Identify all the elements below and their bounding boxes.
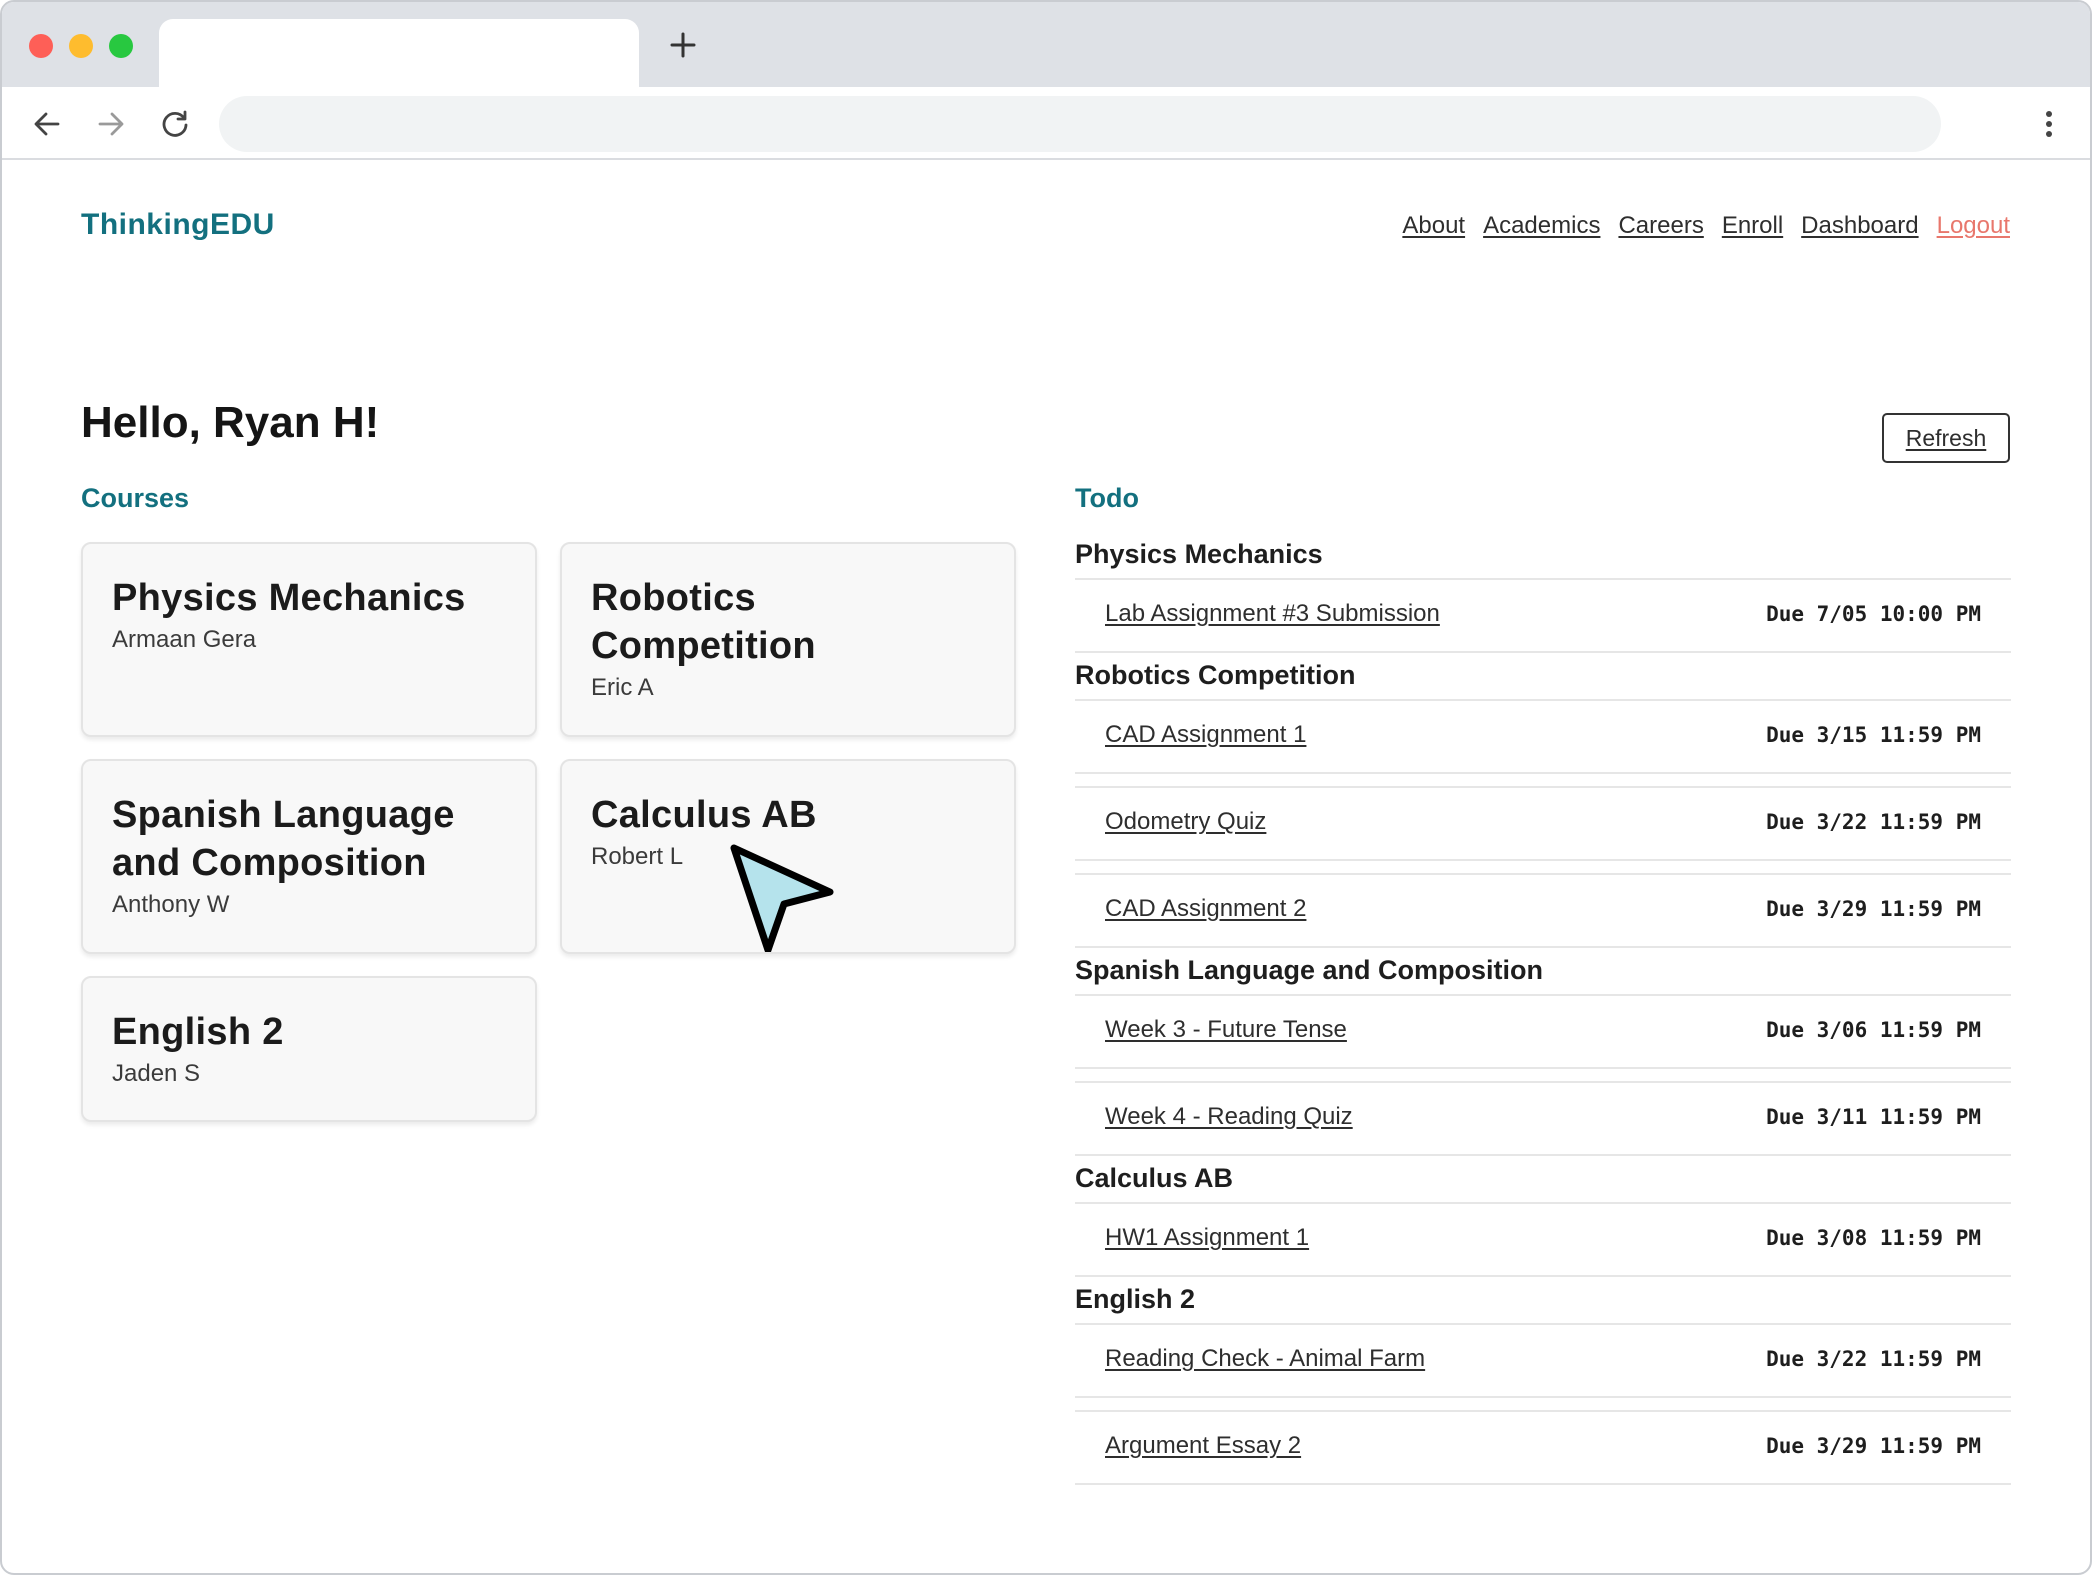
due-date: Due 7/05 10:00 PM — [1766, 602, 1981, 626]
nav-careers[interactable]: Careers — [1618, 212, 1703, 240]
due-date: Due 3/06 11:59 PM — [1766, 1018, 1981, 1042]
due-date: Due 3/29 11:59 PM — [1766, 897, 1981, 921]
todo-group-title: Spanish Language and Composition — [1075, 955, 1544, 985]
todo-item: Reading Check - Animal Farm Due 3/22 11:… — [1075, 1323, 2011, 1398]
todo-group-robotics: Robotics Competition CAD Assignment 1 Du… — [1075, 653, 2011, 948]
mouse-pointer-icon — [730, 844, 834, 952]
todo-group-title: Robotics Competition — [1075, 660, 1356, 690]
dashboard-page: ThinkingEDU About Academics Careers Enro… — [2, 162, 2090, 1573]
address-bar[interactable] — [219, 96, 1941, 152]
todo-group-title: Calculus AB — [1075, 1163, 1234, 1193]
todo-item: Argument Essay 2 Due 3/29 11:59 PM — [1075, 1410, 2011, 1485]
todo-group-calculus: Calculus AB HW1 Assignment 1 Due 3/08 11… — [1075, 1156, 2011, 1277]
todo-list: Physics Mechanics Lab Assignment #3 Subm… — [1075, 532, 2011, 1485]
todo-item: Week 3 - Future Tense Due 3/06 11:59 PM — [1075, 994, 2011, 1069]
course-title: Robotics Competition — [591, 577, 816, 667]
assignment-link[interactable]: CAD Assignment 1 — [1105, 721, 1306, 749]
browser-toolbar — [2, 87, 2090, 160]
due-date: Due 3/15 11:59 PM — [1766, 723, 1981, 747]
course-title: Calculus AB — [591, 794, 817, 836]
browser-menu-button[interactable] — [2032, 104, 2066, 144]
course-instructor: Jaden S — [112, 1060, 201, 1087]
assignment-link[interactable]: Argument Essay 2 — [1105, 1432, 1301, 1460]
todo-item: HW1 Assignment 1 Due 3/08 11:59 PM — [1075, 1202, 2011, 1277]
course-card-physics-mechanics[interactable]: Physics Mechanics Armaan Gera — [81, 542, 537, 737]
kebab-menu-icon — [2046, 111, 2052, 137]
todo-item: Week 4 - Reading Quiz Due 3/11 11:59 PM — [1075, 1081, 2011, 1156]
back-button[interactable] — [27, 104, 67, 144]
todo-heading: Todo — [1075, 483, 1139, 513]
due-date: Due 3/22 11:59 PM — [1766, 810, 1981, 834]
course-title: English 2 — [112, 1011, 284, 1053]
course-instructor: Anthony W — [112, 891, 230, 918]
course-card-english-2[interactable]: English 2 Jaden S — [81, 976, 537, 1122]
nav-logout[interactable]: Logout — [1937, 212, 2010, 240]
assignment-link[interactable]: Reading Check - Animal Farm — [1105, 1345, 1425, 1373]
nav-dashboard[interactable]: Dashboard — [1801, 212, 1918, 240]
reload-icon — [162, 110, 188, 137]
todo-item: Odometry Quiz Due 3/22 11:59 PM — [1075, 786, 2011, 861]
nav-about[interactable]: About — [1402, 212, 1465, 240]
course-title: Physics Mechanics — [112, 577, 466, 619]
brand-logo[interactable]: ThinkingEDU — [81, 208, 275, 242]
courses-heading: Courses — [81, 483, 190, 513]
close-window-button[interactable] — [29, 34, 53, 58]
todo-item: CAD Assignment 2 Due 3/29 11:59 PM — [1075, 873, 2011, 948]
due-date: Due 3/29 11:59 PM — [1766, 1434, 1981, 1458]
todo-group-spanish: Spanish Language and Composition Week 3 … — [1075, 948, 2011, 1156]
forward-button[interactable] — [91, 104, 131, 144]
arrow-right-icon — [98, 112, 124, 136]
course-title: Spanish Language and Composition — [112, 794, 455, 884]
tab-bar — [2, 2, 2090, 87]
todo-group-english: English 2 Reading Check - Animal Farm Du… — [1075, 1277, 2011, 1485]
course-instructor: Eric A — [591, 674, 654, 701]
assignment-link[interactable]: Week 4 - Reading Quiz — [1105, 1103, 1353, 1131]
course-card-spanish[interactable]: Spanish Language and Composition Anthony… — [81, 759, 537, 954]
minimize-window-button[interactable] — [69, 34, 93, 58]
greeting-heading: Hello, Ryan H! — [81, 398, 380, 447]
refresh-button[interactable]: Refresh — [1882, 413, 2010, 463]
plus-icon — [670, 32, 696, 58]
todo-item: CAD Assignment 1 Due 3/15 11:59 PM — [1075, 699, 2011, 774]
course-card-robotics-competition[interactable]: Robotics Competition Eric A — [560, 542, 1016, 737]
todo-group-physics: Physics Mechanics Lab Assignment #3 Subm… — [1075, 532, 2011, 653]
arrow-left-icon — [34, 112, 60, 136]
due-date: Due 3/11 11:59 PM — [1766, 1105, 1981, 1129]
top-navigation: About Academics Careers Enroll Dashboard… — [1402, 212, 2010, 240]
due-date: Due 3/22 11:59 PM — [1766, 1347, 1981, 1371]
assignment-link[interactable]: Week 3 - Future Tense — [1105, 1016, 1347, 1044]
todo-group-title: English 2 — [1075, 1284, 1196, 1314]
assignment-link[interactable]: Lab Assignment #3 Submission — [1105, 600, 1440, 628]
assignment-link[interactable]: Odometry Quiz — [1105, 808, 1266, 836]
todo-item: Lab Assignment #3 Submission Due 7/05 10… — [1075, 578, 2011, 653]
assignment-link[interactable]: HW1 Assignment 1 — [1105, 1224, 1309, 1252]
nav-academics[interactable]: Academics — [1483, 212, 1600, 240]
browser-window: ThinkingEDU About Academics Careers Enro… — [0, 0, 2092, 1575]
due-date: Due 3/08 11:59 PM — [1766, 1226, 1981, 1250]
browser-tab[interactable] — [159, 19, 639, 87]
reload-button[interactable] — [155, 104, 195, 144]
nav-enroll[interactable]: Enroll — [1722, 212, 1783, 240]
maximize-window-button[interactable] — [109, 34, 133, 58]
new-tab-button[interactable] — [666, 28, 700, 62]
assignment-link[interactable]: CAD Assignment 2 — [1105, 895, 1306, 923]
todo-group-title: Physics Mechanics — [1075, 539, 1323, 569]
course-instructor: Armaan Gera — [112, 626, 257, 653]
